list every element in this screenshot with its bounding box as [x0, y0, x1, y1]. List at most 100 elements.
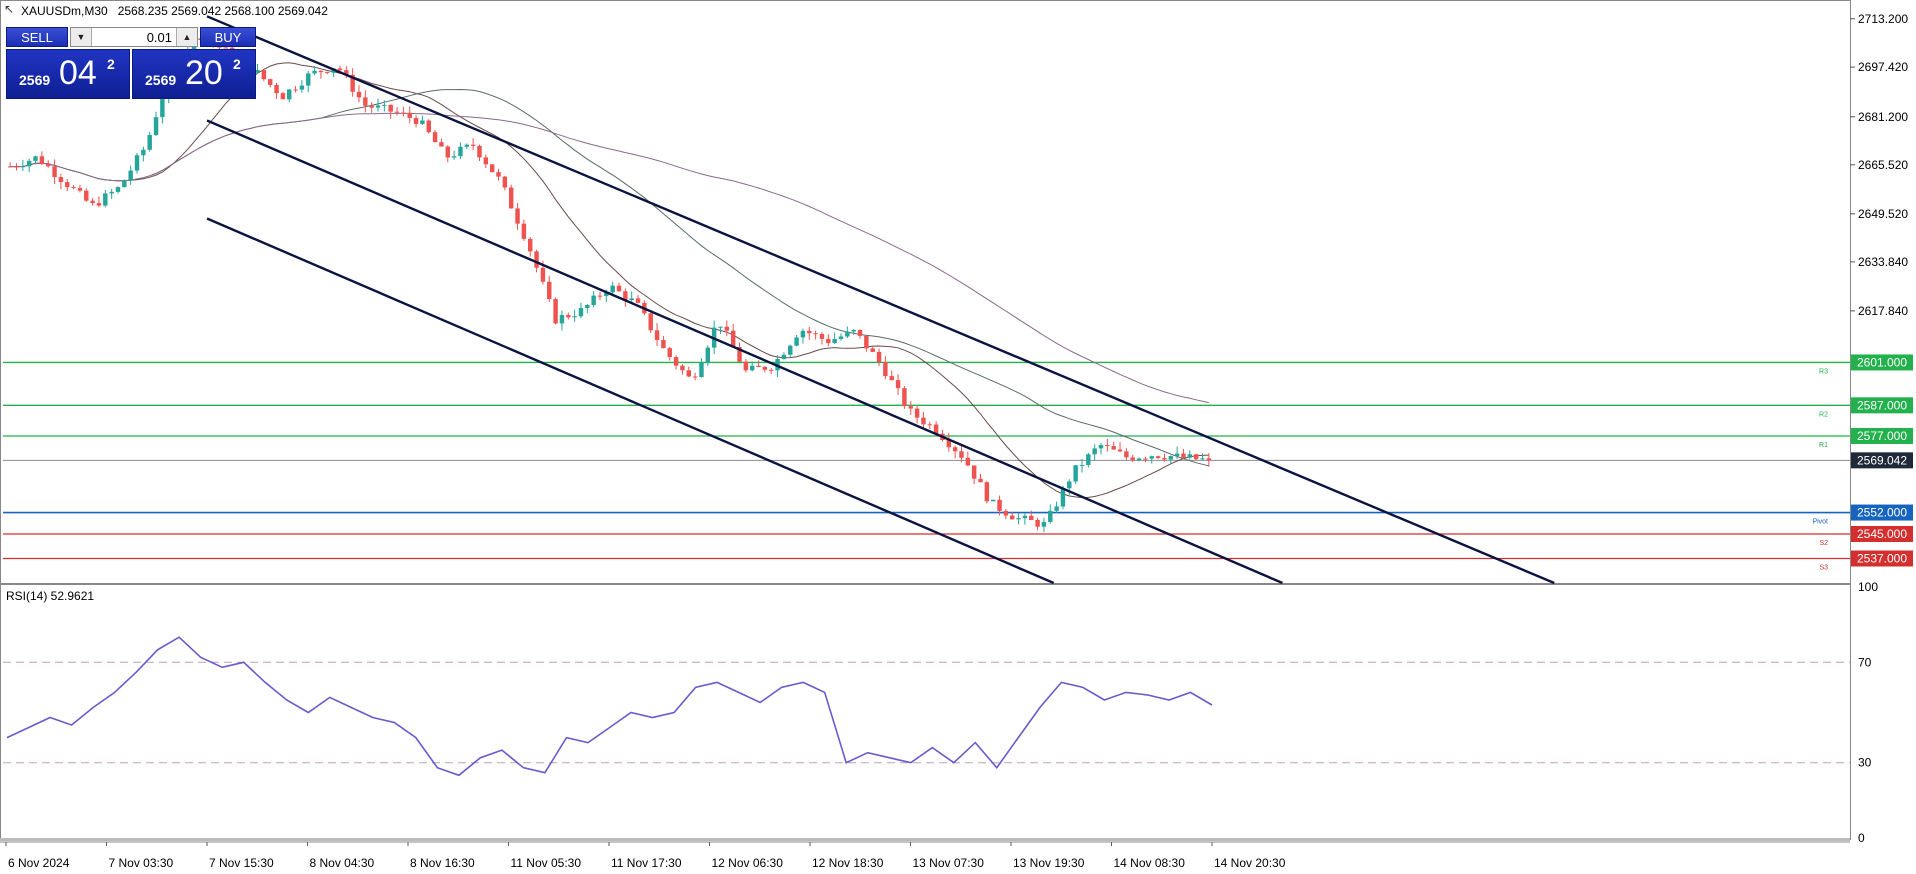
candle-body: [445, 146, 450, 158]
candle-body: [363, 97, 368, 106]
candle-body: [1143, 458, 1148, 460]
candle-body: [1022, 515, 1028, 519]
candle-body: [84, 190, 89, 201]
candle-body: [908, 406, 913, 409]
candle-body: [902, 388, 907, 407]
candle-body: [103, 193, 108, 206]
candle-body: [46, 163, 51, 167]
triangle-down-icon[interactable]: ▼: [71, 28, 92, 46]
candle-body: [635, 298, 641, 303]
rsi-line: [6, 636, 1213, 777]
candle-body: [77, 188, 83, 191]
candle-body: [1206, 458, 1212, 461]
candle-body: [1105, 445, 1110, 447]
sell-price-box[interactable]: 2569 04 2: [6, 49, 130, 99]
rsi-tick-label: 100: [1858, 580, 1878, 594]
candle-body: [1067, 481, 1072, 489]
buy-price-prefix: 2569: [145, 72, 177, 88]
candle-body: [813, 333, 818, 335]
candle-body: [629, 298, 634, 301]
candle-body: [458, 146, 463, 157]
candle-body: [1035, 519, 1040, 527]
candle-body: [496, 172, 501, 177]
trend-channel-line[interactable]: [206, 217, 1055, 585]
candle-body: [483, 157, 489, 165]
candle-body: [420, 120, 425, 124]
candle-body: [122, 180, 127, 188]
candle-body: [1130, 457, 1135, 461]
candle-body: [667, 348, 672, 358]
time-tick-label: 13 Nov 19:30: [1013, 856, 1085, 870]
candle-body: [749, 365, 755, 371]
candle-body: [1136, 458, 1142, 461]
current-price-label: 2569.042: [1857, 453, 1907, 467]
buy-price-box[interactable]: 2569 20 2: [132, 49, 256, 99]
candle-body: [134, 155, 140, 171]
candle-body: [876, 351, 882, 362]
candle-body: [1193, 454, 1199, 460]
cursor-arrow-icon: ↖: [4, 2, 15, 16]
rsi-pane-frame: [0, 584, 1851, 840]
candle-body: [769, 369, 774, 371]
candle-body: [1048, 510, 1053, 522]
candle-body: [394, 111, 400, 113]
candle-body: [616, 285, 622, 292]
candle-body: [388, 104, 393, 112]
candle-body: [832, 338, 837, 344]
chart-canvas[interactable]: R3 R2 R1 Pivot S2 S3 2601.000 2587.000 2577.000…: [0, 0, 1916, 874]
price-tick-label: 2649.520: [1858, 207, 1908, 221]
candle-body: [1086, 454, 1091, 466]
sell-button[interactable]: SELL: [6, 27, 68, 47]
level-price-label: 2537.000: [1857, 551, 1907, 565]
candle-body: [800, 330, 806, 338]
candle-body: [883, 361, 888, 377]
candle-body: [965, 457, 971, 466]
trend-channel-line[interactable]: [206, 15, 1555, 585]
time-tick-label: 6 Nov 2024: [8, 856, 70, 870]
triangle-up-icon[interactable]: ▲: [176, 28, 197, 46]
candle-body: [90, 200, 95, 204]
candle-body: [971, 465, 977, 479]
candle-body: [356, 91, 362, 98]
candle-body: [71, 187, 76, 189]
candle-body: [680, 365, 685, 371]
candle-body: [489, 164, 495, 173]
rsi-tick-label: 70: [1858, 655, 1872, 669]
candle-body: [1124, 451, 1129, 458]
candle-body: [401, 112, 406, 114]
candle-body: [1098, 445, 1104, 449]
candle-body: [870, 348, 875, 352]
level-price-label: 2587.000: [1857, 398, 1907, 412]
candle-body: [673, 357, 679, 366]
candle-body: [515, 208, 520, 224]
buy-price-sup: 2: [233, 56, 241, 72]
candle-body: [699, 362, 704, 377]
candle-body: [762, 366, 768, 370]
candle-body: [52, 166, 57, 178]
candle-body: [26, 160, 32, 167]
candle-body: [521, 223, 527, 239]
candle-body: [851, 329, 856, 332]
candle-body: [109, 191, 114, 194]
level-tag: S3: [1819, 564, 1828, 571]
level-tag: S2: [1819, 540, 1828, 547]
candle-body: [1200, 458, 1205, 460]
chart-window[interactable]: R3 R2 R1 Pivot S2 S3 2601.000 2587.000 2577.000…: [0, 0, 1916, 874]
candle-body: [407, 112, 412, 118]
lot-size-input[interactable]: [92, 28, 176, 46]
candle-body: [889, 376, 894, 381]
buy-button[interactable]: BUY: [200, 27, 256, 47]
candle-body: [477, 145, 482, 158]
candle-body: [287, 89, 292, 100]
candle-body: [280, 93, 286, 100]
trend-channel-line[interactable]: [206, 119, 1283, 585]
candle-body: [470, 144, 476, 146]
price-tick-label: 2665.520: [1858, 158, 1908, 172]
candle-body: [591, 295, 596, 306]
candle-body: [375, 105, 381, 108]
candle-body: [788, 345, 793, 355]
time-tick-label: 7 Nov 15:30: [209, 856, 274, 870]
candle-body: [686, 370, 691, 377]
candle-body: [914, 408, 920, 418]
price-tick-label: 2633.840: [1858, 255, 1908, 269]
